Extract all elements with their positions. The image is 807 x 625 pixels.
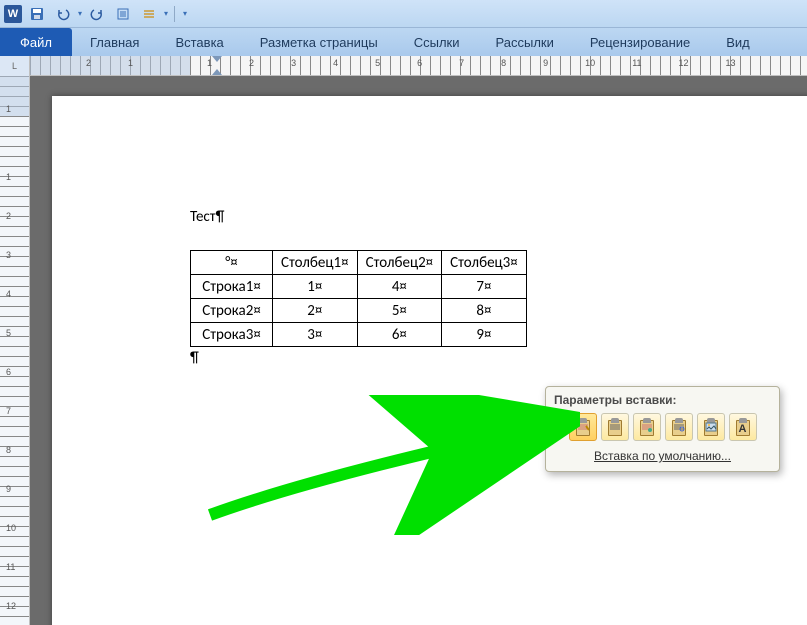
paste-styles-button[interactable] — [633, 413, 661, 441]
tab-references[interactable]: Ссылки — [396, 28, 478, 56]
page[interactable]: Тест¶ °¤ Столбец1¤ Столбец2¤ Столбец3¤ С… — [52, 96, 807, 625]
save-button[interactable] — [26, 3, 48, 25]
tab-page-layout[interactable]: Разметка страницы — [242, 28, 396, 56]
vertical-ruler[interactable]: 1123456789101112 — [0, 76, 30, 625]
qat-customize-icon[interactable]: ▾ — [183, 9, 187, 18]
word-app-icon: W — [4, 5, 22, 23]
paste-options-title: Параметры вставки: — [554, 393, 771, 407]
tab-view[interactable]: Вид — [708, 28, 768, 56]
file-tab[interactable]: Файл — [0, 28, 72, 56]
table-row: °¤ Столбец1¤ Столбец2¤ Столбец3¤ — [191, 251, 527, 275]
paragraph-mark[interactable]: ¶ — [190, 349, 807, 367]
paste-options-popup: Параметры вставки: A Вставка по умолчани… — [545, 386, 780, 472]
tab-selector[interactable]: L — [0, 56, 30, 76]
qat-extra1-button[interactable] — [112, 3, 134, 25]
paste-picture-button[interactable] — [697, 413, 725, 441]
tab-home[interactable]: Главная — [72, 28, 157, 56]
ribbon-tabs: Файл Главная Вставка Разметка страницы С… — [0, 28, 807, 56]
doc-table[interactable]: °¤ Столбец1¤ Столбец2¤ Столбец3¤ Строка1… — [190, 250, 527, 347]
doc-title-text[interactable]: Тест¶ — [190, 208, 807, 226]
ruler-numbers: 2112345678910111213 — [86, 58, 736, 68]
tab-review[interactable]: Рецензирование — [572, 28, 708, 56]
table-row: Строка1¤ 1¤ 4¤ 7¤ — [191, 275, 527, 299]
tab-insert[interactable]: Вставка — [157, 28, 241, 56]
paste-default-link[interactable]: Вставка по умолчанию... — [554, 447, 771, 463]
table-row: Строка2¤ 2¤ 5¤ 8¤ — [191, 299, 527, 323]
paste-link-button[interactable] — [665, 413, 693, 441]
horizontal-ruler[interactable]: L 2112345678910111213 — [0, 56, 807, 76]
title-bar: W ▾ ▾ ▾ — [0, 0, 807, 28]
qat-extra2-button[interactable] — [138, 3, 160, 25]
paste-text-only-button[interactable]: A — [729, 413, 757, 441]
paste-merge-button[interactable] — [601, 413, 629, 441]
tab-mailings[interactable]: Рассылки — [478, 28, 572, 56]
paste-keep-source-button[interactable] — [569, 413, 597, 441]
hanging-indent-icon[interactable] — [212, 69, 222, 75]
document-area[interactable]: Тест¶ °¤ Столбец1¤ Столбец2¤ Столбец3¤ С… — [30, 76, 807, 625]
redo-button[interactable] — [86, 3, 108, 25]
undo-button[interactable] — [52, 3, 74, 25]
table-row: Строка3¤ 3¤ 6¤ 9¤ — [191, 323, 527, 347]
